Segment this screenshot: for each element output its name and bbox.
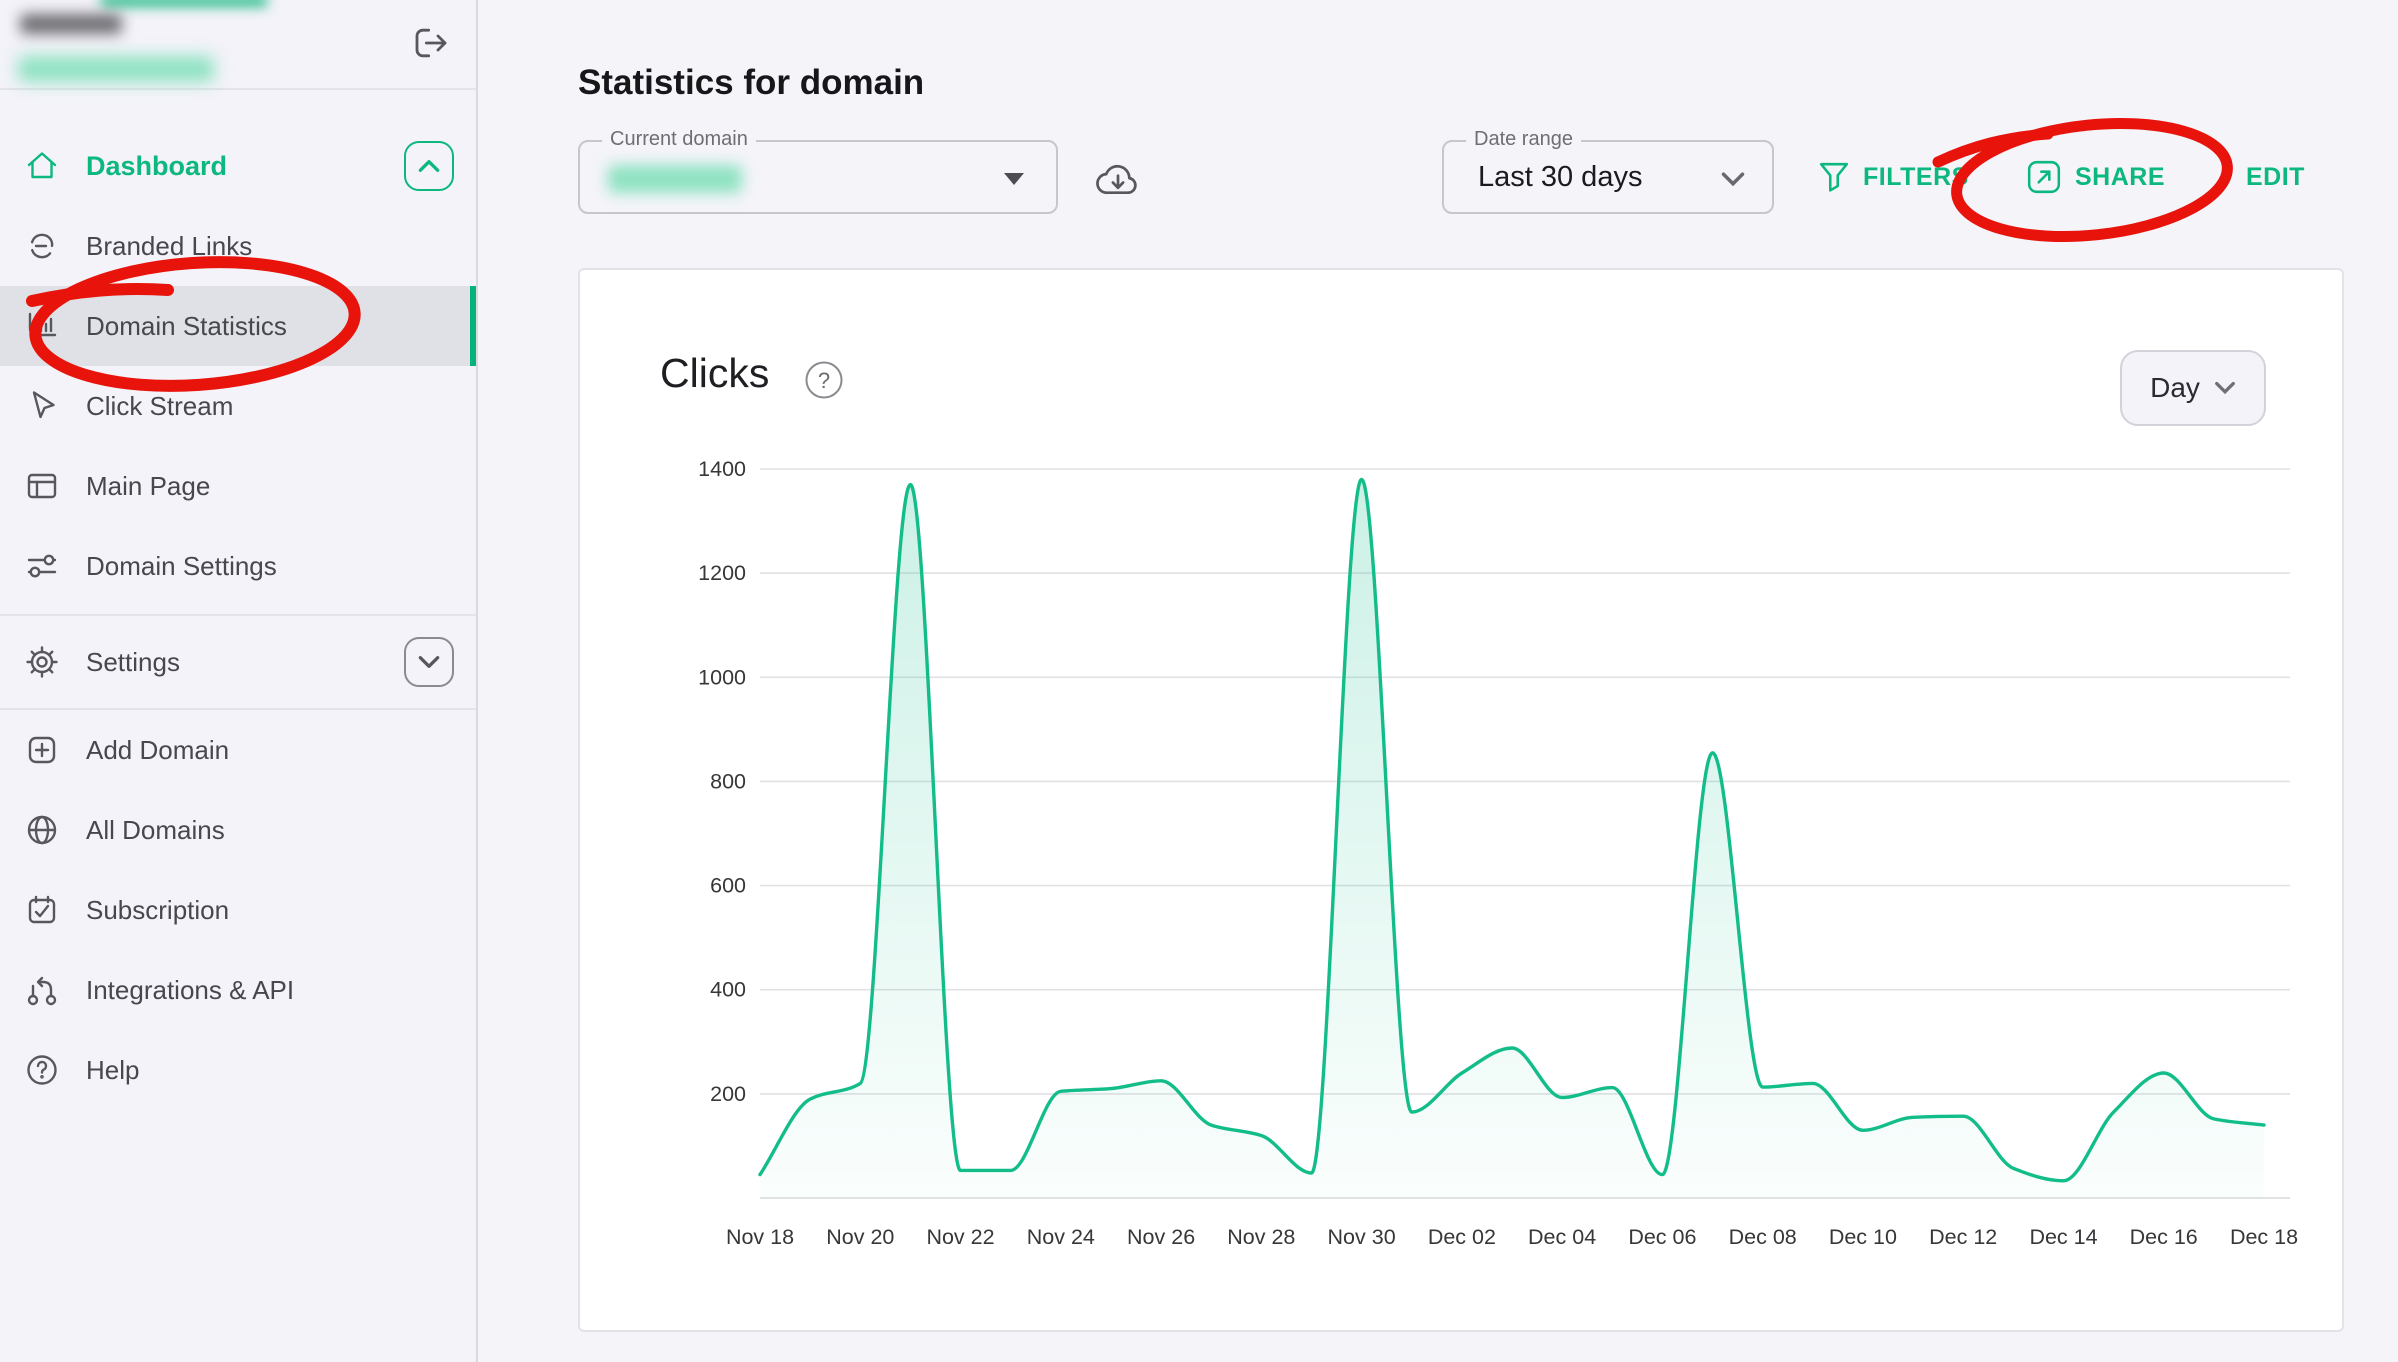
sidebar-item-label: Domain Statistics: [86, 311, 287, 342]
page-title: Statistics for domain: [578, 63, 924, 103]
logout-button[interactable]: [408, 20, 454, 66]
svg-text:400: 400: [710, 978, 746, 1002]
blurred-username: [20, 14, 122, 34]
sidebar-item-dashboard[interactable]: Dashboard: [0, 126, 476, 206]
calendar-check-icon: [24, 892, 60, 928]
expand-settings-button[interactable]: [404, 637, 454, 687]
filters-label: FILTERS: [1863, 163, 1969, 192]
current-domain-label: Current domain: [602, 128, 756, 151]
collapse-dashboard-button[interactable]: [404, 141, 454, 191]
home-icon: [24, 148, 60, 184]
sidebar-item-add-domain[interactable]: Add Domain: [0, 710, 476, 790]
sidebar-item-main-page[interactable]: Main Page: [0, 446, 476, 526]
link-icon: [24, 228, 60, 264]
gear-icon: [24, 644, 60, 680]
sidebar-nav: Dashboard Branded Links Domain Statistic…: [0, 126, 476, 1110]
svg-text:Dec 02: Dec 02: [1428, 1225, 1496, 1249]
svg-text:Dec 16: Dec 16: [2130, 1225, 2198, 1249]
edit-label: EDIT: [2246, 163, 2305, 192]
sidebar-item-domain-settings[interactable]: Domain Settings: [0, 526, 476, 606]
chevron-down-icon: [1720, 170, 1746, 188]
share-button[interactable]: SHARE: [2026, 155, 2165, 199]
sidebar-item-label: Settings: [86, 647, 180, 678]
svg-text:1400: 1400: [698, 457, 746, 481]
cursor-icon: [24, 388, 60, 424]
svg-text:Dec 14: Dec 14: [2029, 1225, 2097, 1249]
sidebar-item-click-stream[interactable]: Click Stream: [0, 366, 476, 446]
svg-text:Dec 18: Dec 18: [2230, 1225, 2298, 1249]
sidebar-item-label: Domain Settings: [86, 551, 277, 582]
svg-text:Dec 12: Dec 12: [1929, 1225, 1997, 1249]
svg-text:200: 200: [710, 1082, 746, 1106]
svg-text:800: 800: [710, 769, 746, 793]
share-label: SHARE: [2075, 163, 2165, 192]
svg-text:600: 600: [710, 874, 746, 898]
svg-text:Nov 28: Nov 28: [1227, 1225, 1295, 1249]
filters-button[interactable]: FILTERS: [1818, 155, 1969, 199]
sidebar-item-label: Help: [86, 1055, 139, 1086]
svg-text:Nov 22: Nov 22: [926, 1225, 994, 1249]
app-window: Dashboard Branded Links Domain Statistic…: [0, 0, 2398, 1362]
filter-funnel-icon: [1818, 161, 1850, 193]
sidebar-item-subscription[interactable]: Subscription: [0, 870, 476, 950]
edit-button[interactable]: EDIT: [2246, 155, 2305, 199]
sidebar-item-branded-links[interactable]: Branded Links: [0, 206, 476, 286]
clicks-chart-card: Clicks ? Day 200400600800100012001400Nov…: [578, 268, 2344, 1332]
svg-text:1200: 1200: [698, 561, 746, 585]
blurred-domain-chip: [100, 0, 268, 7]
download-stats-button[interactable]: [1090, 150, 1146, 206]
blurred-domain-value: [608, 165, 742, 193]
integrations-icon: [24, 972, 60, 1008]
layout-icon: [24, 468, 60, 504]
sidebar-item-label: Main Page: [86, 471, 210, 502]
globe-icon: [24, 812, 60, 848]
current-domain-select[interactable]: Current domain: [578, 140, 1058, 214]
svg-text:Dec 08: Dec 08: [1729, 1225, 1797, 1249]
svg-text:Dec 10: Dec 10: [1829, 1225, 1897, 1249]
chevron-up-icon: [416, 156, 442, 176]
share-external-icon: [2026, 159, 2062, 195]
sidebar-bottom-nav: Add Domain All Domains Subscription: [0, 710, 476, 1110]
svg-text:Nov 30: Nov 30: [1328, 1225, 1396, 1249]
sidebar-item-settings[interactable]: Settings: [0, 614, 476, 710]
dropdown-caret-icon: [1004, 173, 1024, 185]
sidebar-item-label: All Domains: [86, 815, 225, 846]
sidebar-item-label: Branded Links: [86, 231, 252, 262]
sidebar-item-label: Dashboard: [86, 151, 227, 182]
cloud-download-icon: [1092, 154, 1144, 202]
svg-text:Dec 04: Dec 04: [1528, 1225, 1596, 1249]
sidebar: Dashboard Branded Links Domain Statistic…: [0, 0, 478, 1362]
sidebar-item-label: Subscription: [86, 895, 229, 926]
svg-text:Nov 20: Nov 20: [826, 1225, 894, 1249]
bar-chart-icon: [24, 308, 60, 344]
sliders-icon: [24, 548, 60, 584]
svg-text:Nov 18: Nov 18: [726, 1225, 794, 1249]
clicks-line-chart: 200 400 600 800 1000 1200 1400 Nov 18 Nov 20 Nov …: [580, 270, 2346, 1334]
svg-text:Nov 26: Nov 26: [1127, 1225, 1195, 1249]
blurred-email: [18, 56, 214, 82]
svg-text:Dec 06: Dec 06: [1628, 1225, 1696, 1249]
plus-square-icon: [24, 732, 60, 768]
sidebar-item-help[interactable]: Help: [0, 1030, 476, 1110]
date-range-select[interactable]: Date range Last 30 days: [1442, 140, 1774, 214]
user-area: [0, 0, 476, 90]
help-icon: [24, 1052, 60, 1088]
sidebar-item-label: Add Domain: [86, 735, 229, 766]
svg-text:1000: 1000: [698, 665, 746, 689]
sidebar-item-integrations-api[interactable]: Integrations & API: [0, 950, 476, 1030]
svg-text:Nov 24: Nov 24: [1027, 1225, 1095, 1249]
sidebar-item-label: Click Stream: [86, 391, 233, 422]
sidebar-item-all-domains[interactable]: All Domains: [0, 790, 476, 870]
sidebar-item-domain-statistics[interactable]: Domain Statistics: [0, 286, 476, 366]
sidebar-item-label: Integrations & API: [86, 975, 294, 1006]
date-range-value: Last 30 days: [1478, 142, 1642, 212]
logout-icon: [410, 22, 452, 64]
chevron-down-icon: [416, 652, 442, 672]
